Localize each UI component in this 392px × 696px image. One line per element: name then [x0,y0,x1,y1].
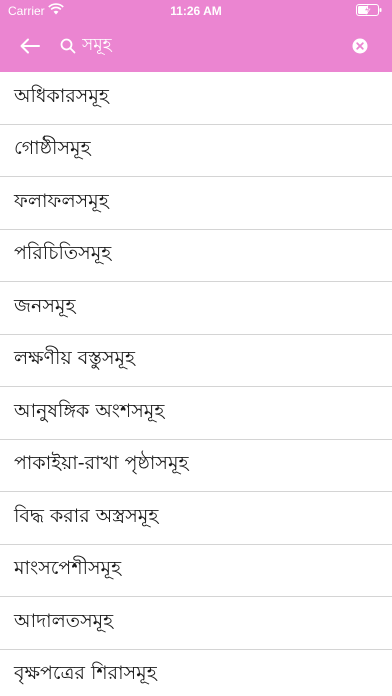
list-item[interactable]: বৃক্ষপত্রের শিরাসমূহ [0,649,392,696]
list-item[interactable]: পরিচিতিসমূহ [0,229,392,282]
list-item[interactable]: পাকাইয়া-রাখা পৃষ্ঠাসমূহ [0,439,392,492]
list-item[interactable]: মাংসপেশীসমূহ [0,544,392,597]
search-icon [60,38,76,54]
back-button[interactable] [12,30,48,62]
list-item[interactable]: গোষ্ঠীসমূহ [0,124,392,177]
clear-icon[interactable] [352,38,368,54]
arrow-left-icon [20,38,40,54]
search-results-list: অধিকারসমূহ গোষ্ঠীসমূহ ফলাফলসমূহ পরিচিতিস… [0,72,392,696]
list-item[interactable]: বিদ্ধ করার অস্ত্রসমূহ [0,492,392,545]
list-item[interactable]: লক্ষণীয় বস্তুসমূহ [0,334,392,387]
list-item[interactable]: অধিকারসমূহ [0,72,392,125]
search-box[interactable] [60,31,332,61]
battery-charging-icon [356,4,382,16]
search-toolbar [0,22,392,72]
search-input[interactable] [82,36,322,56]
list-item[interactable]: আনুষঙ্গিক অংশসমূহ [0,387,392,440]
list-item[interactable]: ফলাফলসমূহ [0,177,392,230]
list-item[interactable]: আদালতসমূহ [0,597,392,650]
app-header: Carrier 11:26 AM [0,0,392,72]
status-bar: Carrier 11:26 AM [0,0,392,22]
list-item[interactable]: জনসমূহ [0,282,392,335]
clock-time: 11:26 AM [170,4,222,18]
